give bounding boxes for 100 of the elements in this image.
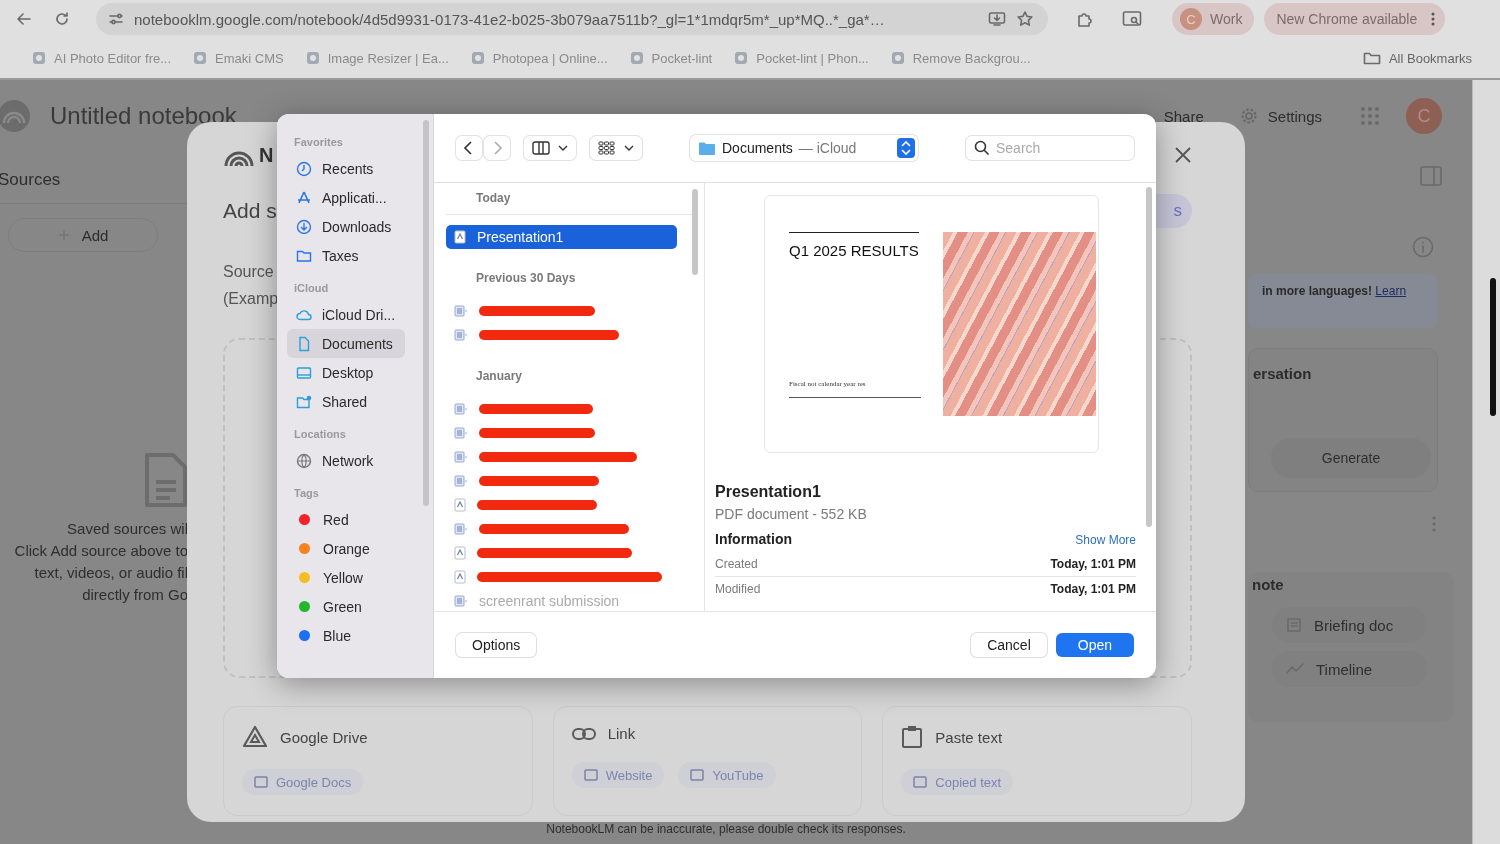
clipboard-icon	[901, 725, 924, 749]
card-title: Paste text	[935, 728, 1003, 746]
cancel-button[interactable]: Cancel	[971, 633, 1047, 657]
columns-icon	[532, 141, 550, 155]
close-icon[interactable]	[1174, 146, 1192, 164]
disclaimer-text: NotebookLM can be inaccurate, please double check its responses.	[545, 821, 907, 838]
source-chip[interactable]: Google Docs	[242, 769, 364, 795]
sidebar-item[interactable]: Orange	[287, 534, 405, 563]
sidebar-item[interactable]: Applicati...	[287, 183, 405, 212]
document-icon	[296, 335, 312, 352]
link-icon	[571, 726, 596, 741]
sidebar-item[interactable]: Red	[287, 505, 405, 534]
pdf-file-icon	[454, 546, 466, 560]
file-name: Presentation1	[715, 483, 822, 501]
word-file-icon	[454, 305, 468, 317]
square-icon	[690, 769, 705, 781]
favicon-icon	[305, 51, 320, 65]
empty-state-text: text, videos, or audio fil	[33, 563, 188, 583]
file-info: PDF document - 552 KB	[715, 506, 868, 522]
triangle-icon	[242, 725, 268, 749]
sidebar-item[interactable]: Network	[287, 446, 405, 475]
bookmarks-folder-link[interactable]: All Bookmarks	[1362, 50, 1472, 66]
source-chip[interactable]: YouTube	[678, 762, 776, 788]
tune-icon	[108, 11, 124, 27]
card-title: ersation	[1253, 365, 1313, 382]
desktop-icon	[296, 364, 312, 381]
logo-text: N	[259, 143, 274, 167]
sidebar-item[interactable]: Shared	[287, 387, 405, 416]
group-heading: January	[475, 368, 524, 385]
sidebar-item[interactable]: Desktop	[287, 358, 405, 387]
info-label: Created	[715, 556, 758, 571]
gear-icon	[1239, 107, 1258, 125]
group-button[interactable]	[590, 136, 642, 160]
sidebar-item[interactable]: Green	[287, 592, 405, 621]
group-heading: Today	[446, 189, 692, 215]
word-file-icon	[454, 329, 468, 341]
word-file-icon	[454, 403, 468, 415]
notice-text: in more languages!	[1262, 284, 1374, 298]
open-button[interactable]: Open	[1055, 633, 1134, 657]
bookmark-link[interactable]: Pocket-lint	[629, 50, 713, 66]
pdf-file-icon	[454, 498, 466, 512]
location-dropdown[interactable]: Documents — iCloud	[690, 135, 918, 161]
description-text: (Examp	[223, 289, 279, 309]
source-chip[interactable]: Website	[571, 762, 665, 788]
file-row[interactable]: Presentation1	[446, 225, 677, 249]
sidebar-item[interactable]: Taxes	[287, 241, 405, 270]
bookmark-link[interactable]: AI Photo Editor fre...	[32, 50, 172, 66]
chevron-left-icon[interactable]	[456, 136, 482, 160]
search-field[interactable]: Search	[966, 136, 1134, 160]
update-button[interactable]: New Chrome available	[1264, 3, 1446, 35]
word-file-icon	[454, 475, 468, 487]
view-mode-button[interactable]	[524, 136, 576, 160]
sidebar-item[interactable]: Downloads	[287, 212, 405, 241]
stepper-icon	[897, 138, 915, 158]
source-chip[interactable]: Copied text	[901, 769, 1014, 795]
sidebar-item[interactable]: Documents	[287, 329, 405, 358]
generate-button[interactable]: Generate	[1271, 438, 1431, 478]
puzzle-icon[interactable]	[1076, 10, 1094, 28]
reload-icon[interactable]	[54, 11, 70, 27]
empty-state-text: Click Add source above to	[13, 541, 188, 561]
bookmark-link[interactable]: Pocket-lint | Phon...	[734, 50, 869, 66]
address-bar[interactable]: notebooklm.google.com/notebook/4d5d9931-0173-41e2-b025-3b079aa7511b?_gl=1*1mdqr5m*_up*MQ..*_ga*…	[96, 3, 1048, 35]
square-icon	[913, 776, 928, 788]
pdf-file-icon	[454, 570, 466, 584]
info-value: Today, 1:01 PM	[1050, 582, 1136, 596]
word-file-icon	[454, 523, 468, 535]
word-file-icon	[454, 595, 468, 607]
app-store-icon	[296, 189, 312, 206]
clock-icon	[296, 160, 312, 177]
install-icon[interactable]	[988, 11, 1006, 27]
square-icon	[583, 769, 598, 781]
show-more-link[interactable]: Show More	[1075, 533, 1136, 547]
sidebar-item[interactable]: Blue	[287, 621, 405, 650]
card-title: Google Drive	[280, 728, 368, 746]
back-arrow-icon[interactable]	[16, 11, 32, 27]
section-heading: Tags	[293, 486, 320, 501]
learn-link[interactable]: Learn	[1375, 284, 1407, 298]
tab-search-icon[interactable]	[1122, 10, 1142, 28]
caret-icon	[558, 145, 568, 151]
share-button[interactable]: Share	[1163, 107, 1204, 125]
square-icon	[254, 776, 268, 788]
settings-button[interactable]: Settings	[1239, 107, 1322, 125]
sidebar-item[interactable]: Recents	[287, 154, 405, 183]
bookmark-link[interactable]: Photopea | Online...	[470, 50, 608, 66]
star-icon[interactable]	[1016, 10, 1034, 28]
file-row[interactable]: screenrant submission	[446, 589, 677, 611]
word-file-icon	[454, 451, 468, 463]
caret-icon	[624, 145, 634, 151]
bookmark-link[interactable]: Remove Backgrou...	[890, 50, 1031, 66]
bookmark-link[interactable]: Emaki CMS	[193, 50, 284, 66]
word-file-icon	[454, 427, 468, 439]
favicon-icon	[629, 51, 644, 65]
more-vertical-icon	[1431, 12, 1436, 26]
profile-button[interactable]: C Work	[1172, 3, 1255, 35]
globe-icon	[296, 452, 312, 469]
section-heading: iCloud	[293, 281, 330, 296]
options-button[interactable]: Options	[456, 633, 537, 657]
sidebar-item[interactable]: Yellow	[287, 563, 405, 592]
bookmark-link[interactable]: Image Resizer | Ea...	[305, 50, 449, 66]
sidebar-item[interactable]: iCloud Dri...	[287, 300, 405, 329]
